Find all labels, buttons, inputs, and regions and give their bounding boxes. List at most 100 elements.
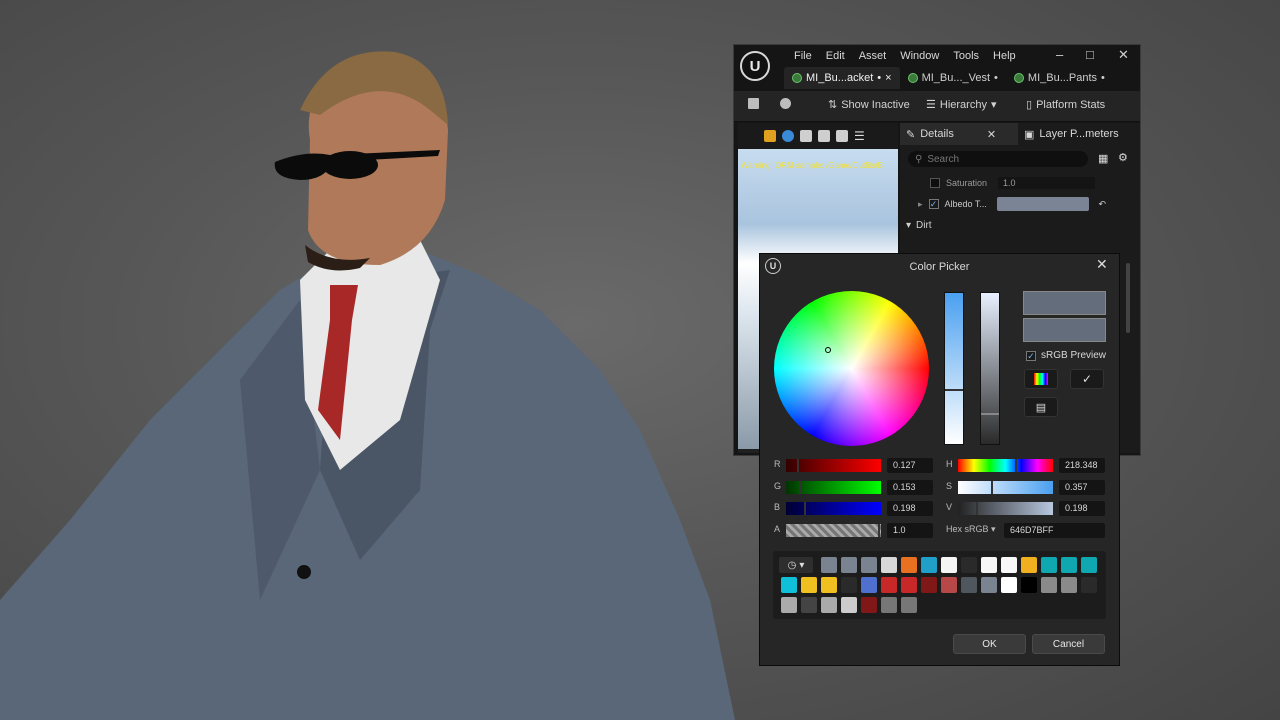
hierarchy-button[interactable]: ☰ Hierarchy ▾ <box>926 98 996 112</box>
blue-slider[interactable] <box>786 502 881 515</box>
menu-tools[interactable]: Tools <box>946 49 986 63</box>
theme-swatch[interactable] <box>901 597 917 613</box>
reset-icon[interactable]: ↶ <box>1099 199 1107 210</box>
blue-value[interactable]: 0.198 <box>887 501 933 516</box>
theme-swatch[interactable] <box>961 557 977 573</box>
close-icon[interactable]: ✕ <box>1096 256 1108 273</box>
theme-swatch[interactable] <box>841 557 857 573</box>
theme-swatch[interactable] <box>981 557 997 573</box>
gear-icon[interactable]: ⚙ <box>1118 151 1128 164</box>
hue-slider[interactable] <box>958 459 1053 472</box>
save-button[interactable] <box>748 98 759 109</box>
theme-swatch[interactable] <box>1001 557 1017 573</box>
value-bar-thumb[interactable] <box>981 413 999 415</box>
srgb-checkbox[interactable]: ✓ <box>1026 350 1036 361</box>
theme-swatch[interactable] <box>821 597 837 613</box>
theme-swatch[interactable] <box>821 577 837 593</box>
theme-swatch[interactable] <box>1001 577 1017 593</box>
theme-history-dropdown[interactable]: ◷ ▾ <box>779 557 813 573</box>
close-window-icon[interactable]: ✕ <box>1118 47 1129 63</box>
theme-swatch[interactable] <box>781 597 797 613</box>
theme-swatch[interactable] <box>901 557 917 573</box>
menu-file[interactable]: File <box>787 49 819 63</box>
maximize-icon[interactable]: □ <box>1086 47 1094 62</box>
theme-swatch[interactable] <box>981 577 997 593</box>
eyedropper-button[interactable]: ✓ <box>1070 369 1104 389</box>
theme-swatch[interactable] <box>841 597 857 613</box>
close-icon[interactable]: ✕ <box>987 128 996 141</box>
sat-value[interactable]: 0.357 <box>1059 480 1105 495</box>
theme-swatch[interactable] <box>881 557 897 573</box>
saturation-value[interactable]: 1.0 <box>998 177 1095 189</box>
theme-swatch[interactable] <box>1021 557 1037 573</box>
alpha-slider[interactable] <box>786 524 881 537</box>
saturation-checkbox[interactable] <box>930 178 940 188</box>
tab-close-icon[interactable]: × <box>885 72 891 84</box>
show-inactive-button[interactable]: ⇅ Show Inactive <box>828 98 910 112</box>
tab-mi-pants[interactable]: MI_Bu...Pants • <box>1006 67 1113 89</box>
theme-swatch[interactable] <box>1061 557 1077 573</box>
menu-asset[interactable]: Asset <box>852 49 894 63</box>
theme-swatch[interactable] <box>1021 577 1037 593</box>
alpha-value[interactable]: 1.0 <box>887 523 933 538</box>
theme-swatch[interactable] <box>841 577 857 593</box>
sphere-preview-icon[interactable] <box>782 130 794 142</box>
slider-thumb[interactable] <box>1015 459 1017 472</box>
val-slider[interactable] <box>958 502 1053 515</box>
value-bar[interactable] <box>980 292 1000 445</box>
red-slider[interactable] <box>786 459 881 472</box>
mesh-preview-icon[interactable] <box>836 130 848 142</box>
tab-details[interactable]: ✎ Details ✕ <box>900 123 1018 145</box>
grid-view-icon[interactable]: ▦ <box>1098 152 1108 165</box>
theme-swatch[interactable] <box>941 577 957 593</box>
theme-swatch[interactable] <box>881 577 897 593</box>
platform-stats-button[interactable]: ▯ Platform Stats <box>1026 98 1105 112</box>
theme-swatch[interactable] <box>921 577 937 593</box>
slider-thumb[interactable] <box>797 459 799 472</box>
theme-swatch[interactable] <box>801 577 817 593</box>
minimize-icon[interactable]: – <box>1056 47 1063 62</box>
menu-window[interactable]: Window <box>893 49 946 63</box>
hue-value[interactable]: 218.348 <box>1059 458 1105 473</box>
theme-swatch[interactable] <box>921 557 937 573</box>
theme-swatch[interactable] <box>1041 577 1057 593</box>
theme-swatch[interactable] <box>801 597 817 613</box>
details-search[interactable]: ⚲ Search <box>908 151 1088 167</box>
viewport-menu-icon[interactable]: ☰ <box>854 129 865 143</box>
tab-mi-jacket[interactable]: MI_Bu...acket • × <box>784 67 900 89</box>
theme-swatch[interactable] <box>961 577 977 593</box>
val-value[interactable]: 0.198 <box>1059 501 1105 516</box>
theme-swatch[interactable] <box>861 557 877 573</box>
menu-help[interactable]: Help <box>986 49 1023 63</box>
saturation-bar-thumb[interactable] <box>945 389 963 391</box>
green-value[interactable]: 0.153 <box>887 480 933 495</box>
plane-preview-icon[interactable] <box>800 130 812 142</box>
tab-mi-vest[interactable]: MI_Bu..._Vest • <box>900 67 1006 89</box>
albedo-color-swatch[interactable] <box>996 197 1089 211</box>
theme-swatch[interactable] <box>1081 577 1097 593</box>
theme-swatch[interactable] <box>861 577 877 593</box>
cube-preview-icon[interactable] <box>818 130 830 142</box>
theme-swatch[interactable] <box>1041 557 1057 573</box>
slider-thumb[interactable] <box>878 524 880 537</box>
theme-swatch[interactable] <box>861 597 877 613</box>
hex-mode-dropdown[interactable]: Hex sRGB ▾ <box>946 524 996 534</box>
hex-value[interactable]: 646D7BFF <box>1004 523 1105 538</box>
srgb-preview-toggle[interactable]: ✓ sRGB Preview <box>1026 350 1106 361</box>
sat-slider[interactable] <box>958 481 1053 494</box>
tab-layer-parameters[interactable]: ▣ Layer P...meters <box>1018 123 1125 145</box>
slider-thumb[interactable] <box>799 481 801 494</box>
unreal-logo-icon[interactable]: U <box>740 51 770 81</box>
theme-swatch[interactable] <box>881 597 897 613</box>
color-spectrum-button[interactable] <box>1024 369 1058 389</box>
theme-swatch[interactable] <box>941 557 957 573</box>
theme-swatch[interactable] <box>901 577 917 593</box>
theme-swatch[interactable] <box>821 557 837 573</box>
ok-button[interactable]: OK <box>953 634 1026 654</box>
wheel-selector[interactable] <box>825 347 831 353</box>
saturation-bar[interactable] <box>944 292 964 445</box>
color-wheel[interactable] <box>774 291 929 446</box>
menu-edit[interactable]: Edit <box>819 49 852 63</box>
theme-swatch[interactable] <box>781 577 797 593</box>
slider-thumb[interactable] <box>976 502 978 515</box>
